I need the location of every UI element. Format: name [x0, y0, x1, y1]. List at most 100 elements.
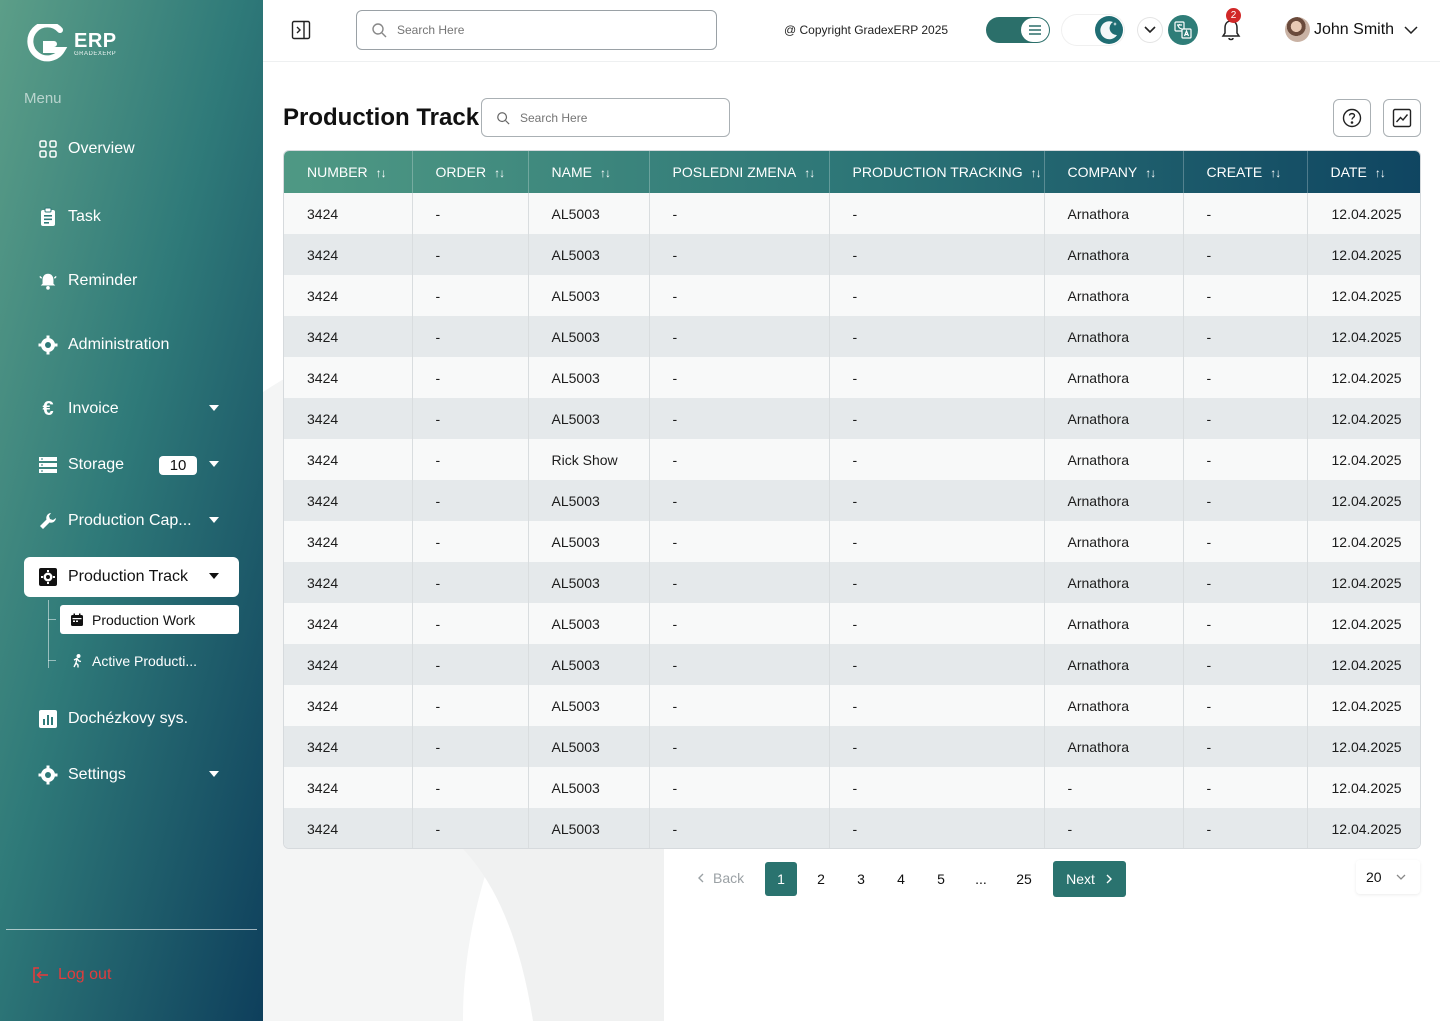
page-number-button[interactable]: 3: [845, 862, 877, 896]
pagination-next-button[interactable]: Next: [1053, 861, 1126, 897]
language-dropdown[interactable]: [1138, 18, 1162, 42]
sidebar-toggle-button[interactable]: [291, 20, 311, 40]
table-cell: Arnathora: [1044, 316, 1184, 357]
nav-item-administration[interactable]: Administration: [24, 325, 239, 365]
nav-label: Administration: [68, 336, 170, 353]
dark-mode-toggle[interactable]: [1062, 15, 1124, 45]
sidebar: ERP GRADEXERP Menu Overview Task Reminde…: [0, 0, 263, 1021]
sort-icon[interactable]: ↑↓: [1145, 166, 1156, 180]
page-number-button[interactable]: 2: [805, 862, 837, 896]
column-header-label: NAME: [551, 164, 592, 180]
page-number-button[interactable]: 25: [1008, 862, 1040, 896]
table-row[interactable]: 3424- AL5003- - Arnathora -12.04.2025: [284, 685, 1420, 726]
sort-icon[interactable]: ↑↓: [600, 166, 611, 180]
column-header-label: CREATE: [1206, 164, 1263, 180]
rows-per-page-select[interactable]: 20: [1356, 860, 1420, 894]
table-cell: -: [412, 316, 529, 357]
column-header[interactable]: NUMBER ↑↓: [284, 151, 413, 193]
nav-item-settings[interactable]: Settings: [24, 755, 239, 795]
column-header[interactable]: NAME ↑↓: [528, 151, 650, 193]
table-row[interactable]: 3424- Rick Show - - Arnathora -12.04.2025: [284, 439, 1420, 480]
logout-button[interactable]: Log out: [32, 966, 111, 984]
subnav-item-active-production[interactable]: Active Producti...: [60, 646, 239, 675]
menu-lines-icon: [1021, 18, 1049, 42]
table-cell: AL5003: [528, 767, 650, 808]
column-header[interactable]: CREATE ↑↓: [1183, 151, 1308, 193]
column-header[interactable]: PRODUCTION TRACKING ↑↓: [829, 151, 1045, 193]
nav-item-overview[interactable]: Overview: [24, 129, 239, 169]
table-cell: -: [412, 808, 529, 848]
chevron-down-icon: [1396, 874, 1406, 880]
table-cell: -: [829, 357, 1045, 398]
table-row[interactable]: 3424- AL5003- - - -12.04.2025: [284, 808, 1420, 848]
nav-label: Production Track: [68, 568, 189, 585]
nav-item-attendance[interactable]: Dochézkovy sys.: [24, 699, 239, 739]
sort-icon[interactable]: ↑↓: [1375, 166, 1386, 180]
sort-icon[interactable]: ↑↓: [494, 166, 505, 180]
table-cell: -: [829, 193, 1045, 234]
table-row[interactable]: 3424- AL5003- - Arnathora -12.04.2025: [284, 193, 1420, 234]
logout-label: Log out: [58, 966, 112, 983]
page-number-button[interactable]: 4: [885, 862, 917, 896]
table-row[interactable]: 3424- AL5003- - Arnathora -12.04.2025: [284, 603, 1420, 644]
table-row[interactable]: 3424- AL5003- - Arnathora -12.04.2025: [284, 562, 1420, 603]
table-cell: -: [829, 398, 1045, 439]
table-row[interactable]: 3424- AL5003- - Arnathora -12.04.2025: [284, 357, 1420, 398]
table-row[interactable]: 3424- AL5003- - - -12.04.2025: [284, 767, 1420, 808]
page-number-button[interactable]: 5: [925, 862, 957, 896]
table-cell: AL5003: [528, 193, 650, 234]
table-cell: 3424: [284, 439, 413, 480]
table-cell: -: [1183, 398, 1308, 439]
table-cell: -: [649, 767, 830, 808]
page-number-button[interactable]: 1: [765, 862, 797, 896]
sort-icon[interactable]: ↑↓: [376, 166, 387, 180]
table-search[interactable]: [481, 98, 730, 137]
column-header[interactable]: ORDER ↑↓: [412, 151, 529, 193]
table-row[interactable]: 3424- AL5003- - Arnathora -12.04.2025: [284, 480, 1420, 521]
table-row[interactable]: 3424- AL5003- - Arnathora -12.04.2025: [284, 275, 1420, 316]
menu-mode-toggle[interactable]: [986, 17, 1050, 43]
sort-icon[interactable]: ↑↓: [1270, 166, 1281, 180]
storage-count-badge: 10: [159, 455, 198, 475]
table-cell: -: [1183, 726, 1308, 767]
table-cell: -: [1183, 644, 1308, 685]
help-button[interactable]: [1333, 99, 1371, 137]
table-row[interactable]: 3424- AL5003- - Arnathora -12.04.2025: [284, 234, 1420, 275]
sort-icon[interactable]: ↑↓: [804, 166, 815, 180]
nav-item-production-track[interactable]: Production Track: [24, 557, 239, 597]
table-row[interactable]: 3424- AL5003- - Arnathora -12.04.2025: [284, 316, 1420, 357]
translate-button[interactable]: [1168, 15, 1198, 45]
global-search[interactable]: [356, 10, 717, 50]
pagination-back-button[interactable]: Back: [697, 870, 744, 886]
table-cell: Arnathora: [1044, 521, 1184, 562]
column-header[interactable]: COMPANY ↑↓: [1044, 151, 1184, 193]
table-row[interactable]: 3424- AL5003- - Arnathora -12.04.2025: [284, 644, 1420, 685]
global-search-input[interactable]: [397, 23, 677, 37]
user-menu[interactable]: John Smith: [1285, 17, 1418, 42]
table-cell: 3424: [284, 562, 413, 603]
table-cell: 3424: [284, 398, 413, 439]
nav-item-task[interactable]: Task: [24, 197, 239, 237]
nav-item-invoice[interactable]: € Invoice: [24, 389, 239, 429]
table-row[interactable]: 3424- AL5003- - Arnathora -12.04.2025: [284, 726, 1420, 767]
user-name: John Smith: [1314, 20, 1395, 38]
table-cell: -: [649, 726, 830, 767]
column-header-label: COMPANY: [1067, 164, 1138, 180]
sort-icon[interactable]: ↑↓: [1031, 166, 1042, 180]
table-search-input[interactable]: [520, 110, 720, 125]
table-cell: 12.04.2025: [1331, 369, 1402, 386]
chevron-left-icon: [698, 873, 704, 883]
table-row[interactable]: 3424- AL5003- - Arnathora -12.04.2025: [284, 398, 1420, 439]
nav-item-production-capacity[interactable]: Production Cap...: [24, 501, 239, 541]
subnav-item-production-work[interactable]: Production Work: [60, 605, 239, 634]
nav-item-storage[interactable]: Storage 10: [24, 445, 239, 485]
table-cell: AL5003: [528, 316, 650, 357]
table-cell: 3424: [284, 685, 413, 726]
app-logo[interactable]: ERP GRADEXERP: [24, 24, 117, 64]
column-header[interactable]: DATE ↑↓: [1307, 151, 1420, 193]
column-header[interactable]: POSLEDNI ZMENA ↑↓: [649, 151, 830, 193]
nav-item-reminder[interactable]: Reminder: [24, 261, 239, 301]
analytics-button[interactable]: [1383, 99, 1421, 137]
table-row[interactable]: 3424- AL5003- - Arnathora -12.04.2025: [284, 521, 1420, 562]
table-cell: -: [649, 562, 830, 603]
